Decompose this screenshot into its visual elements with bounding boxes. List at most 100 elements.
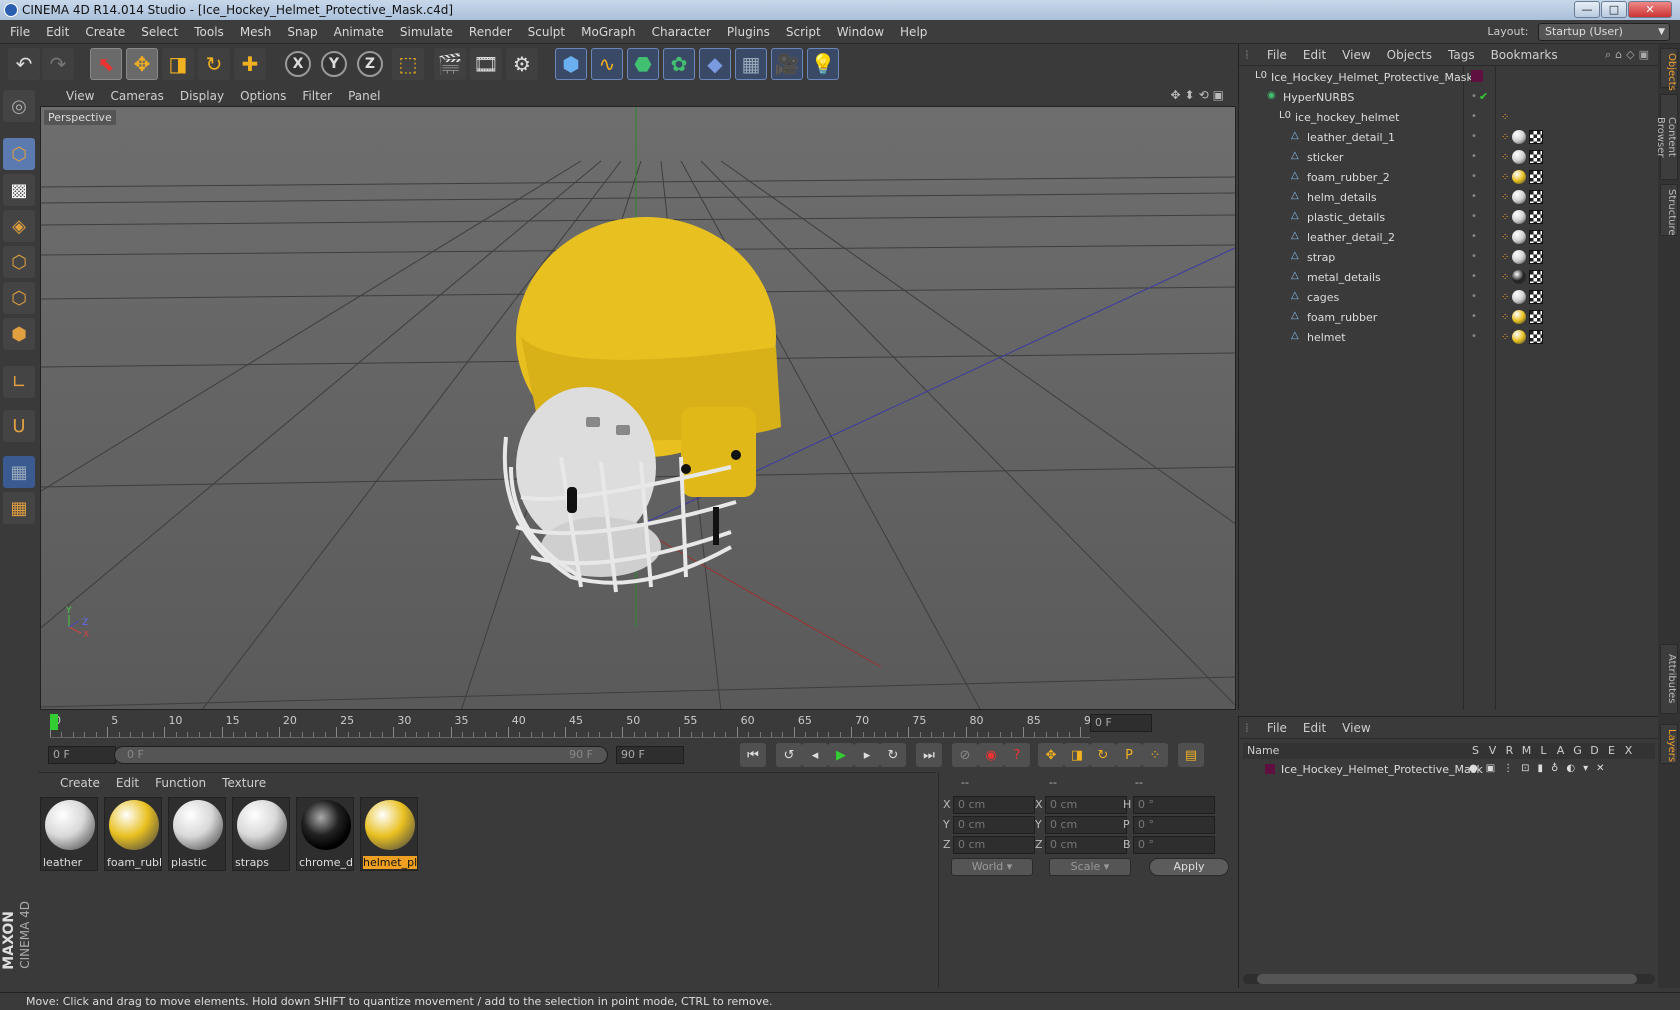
render-picture-viewer-icon[interactable]: 🎞 [470,48,502,80]
material-tag-icon[interactable] [1512,250,1527,264]
array-icon[interactable]: ✿ [663,48,695,80]
object-menu-file[interactable]: File [1259,44,1295,66]
coord-value-field[interactable]: 0 ° [1133,836,1215,854]
side-tab-structure[interactable]: Structure [1660,184,1678,236]
uvw-tag-icon[interactable] [1529,330,1544,344]
end-frame-field[interactable]: 90 F [616,746,684,764]
nurbs-icon[interactable]: ⬣ [627,48,659,80]
viewport-menu-filter[interactable]: Filter [294,86,340,106]
goto-end-icon[interactable]: ⏭ [916,743,942,767]
material-tag-icon[interactable] [1512,190,1527,204]
phong-tag-icon[interactable]: ⁘ [1501,112,1509,123]
layer-col-d[interactable]: D [1586,744,1603,757]
phong-tag-icon[interactable]: ⁘ [1501,292,1509,303]
goto-start-icon[interactable]: ⏮ [740,743,766,767]
layer-menu-edit[interactable]: Edit [1295,717,1334,739]
start-frame-field[interactable]: 0 F [48,746,116,764]
object-search-icon[interactable]: ⌕⌂◇▣ [1605,48,1653,62]
enabled-check-icon[interactable]: ✔ [1479,90,1488,103]
layer-flag-icons[interactable]: ●▣⋮⊡▮♁◐▾✕ [1469,763,1613,774]
layer-col-e[interactable]: E [1603,744,1620,757]
deformer-icon[interactable]: ◆ [699,48,731,80]
material-tag-icon[interactable] [1512,230,1527,244]
z-axis-lock-icon[interactable]: Z [357,51,383,77]
redo-icon[interactable]: ↷ [42,48,74,80]
side-tab-attributes[interactable]: Attributes [1660,644,1678,714]
maximize-button[interactable]: □ [1601,1,1627,18]
uvw-tag-icon[interactable] [1529,230,1544,244]
uvw-tag-icon[interactable] [1529,310,1544,324]
y-axis-lock-icon[interactable]: Y [321,51,347,77]
viewport-menu-view[interactable]: View [58,86,102,106]
material-swatch[interactable]: straps [232,797,290,871]
phong-tag-icon[interactable]: ⁘ [1501,132,1509,143]
live-select-icon[interactable]: ⬉ [90,48,122,80]
play-icon[interactable]: ▶ [828,743,854,767]
menu-select[interactable]: Select [133,20,186,44]
transform-tool-icon[interactable]: ✚ [234,48,266,80]
object-row[interactable]: △ helmet • ⁘ [1239,328,1659,348]
material-swatch[interactable]: chrome_de [296,797,354,871]
material-tag-icon[interactable] [1512,270,1527,284]
auto-key-icon[interactable]: ◉ [978,743,1004,767]
key-scale-icon[interactable]: ◨ [1064,743,1090,767]
make-editable-icon[interactable]: ◎ [3,90,35,122]
object-row[interactable]: △ cages • ⁘ [1239,288,1659,308]
x-axis-lock-icon[interactable]: X [285,51,311,77]
key-pla-icon[interactable]: ⁘ [1142,743,1168,767]
menu-mograph[interactable]: MoGraph [573,20,644,44]
menu-character[interactable]: Character [644,20,719,44]
phong-tag-icon[interactable]: ⁘ [1501,272,1509,283]
menu-help[interactable]: Help [892,20,935,44]
next-key-icon[interactable]: ↻ [880,743,906,767]
undo-icon[interactable]: ↶ [8,48,40,80]
object-row[interactable]: ◉ HyperNURBS • ✔ [1239,88,1659,108]
coord-value-field[interactable]: 0 ° [1133,816,1215,834]
coordinate-system-icon[interactable]: ⬚ [392,48,424,80]
layer-col-r[interactable]: R [1501,744,1518,757]
phong-tag-icon[interactable]: ⁘ [1501,252,1509,263]
visibility-dots[interactable]: • [1471,291,1481,302]
preview-range-slider[interactable]: 0 F 90 F [114,746,608,764]
object-row[interactable]: L0Ice_Hockey_Helmet_Protective_Mask• [1239,68,1659,88]
layer-col-m[interactable]: M [1518,744,1535,757]
next-frame-icon[interactable]: ▸ [854,743,880,767]
material-swatch[interactable]: foam_rubb [104,797,162,871]
timeline-ruler[interactable]: 051015202530354045505560657075808590 [50,714,1098,738]
visibility-dots[interactable]: • [1471,151,1481,162]
edges-mode-icon[interactable]: ⬡ [3,282,35,314]
viewport-menu-cameras[interactable]: Cameras [102,86,171,106]
grid-lock-icon[interactable]: ▦ [3,456,35,488]
playhead[interactable] [50,714,58,730]
object-menu-edit[interactable]: Edit [1295,44,1334,66]
layer-menu-file[interactable]: File [1259,717,1295,739]
visibility-dots[interactable]: • [1471,131,1481,142]
uvw-tag-icon[interactable] [1529,270,1544,284]
key-help-icon[interactable]: ? [1004,743,1030,767]
phong-tag-icon[interactable]: ⁘ [1501,332,1509,343]
points-mode-icon[interactable]: ⬡ [3,246,35,278]
material-menu-function[interactable]: Function [147,773,214,793]
material-menu-texture[interactable]: Texture [214,773,274,793]
phong-tag-icon[interactable]: ⁘ [1501,232,1509,243]
uvw-tag-icon[interactable] [1529,190,1544,204]
visibility-dots[interactable]: • [1471,231,1481,242]
object-row[interactable]: △ plastic_details • ⁘ [1239,208,1659,228]
coord-value-field[interactable]: 0 cm [1045,796,1127,814]
menu-edit[interactable]: Edit [38,20,77,44]
size-mode-dropdown[interactable]: Scale ▾ [1049,858,1131,876]
phong-tag-icon[interactable]: ⁘ [1501,172,1509,183]
record-keys-icon[interactable]: ⊘ [952,743,978,767]
menu-snap[interactable]: Snap [279,20,325,44]
object-menu-objects[interactable]: Objects [1379,44,1440,66]
side-tab-layers[interactable]: Layers [1660,724,1678,764]
layer-color-tag[interactable] [1471,70,1483,82]
layout-dropdown[interactable]: Startup (User) ▼ [1538,23,1670,41]
layer-col-s[interactable]: S [1467,744,1484,757]
viewport-menu-display[interactable]: Display [172,86,232,106]
menu-animate[interactable]: Animate [326,20,392,44]
visibility-dots[interactable]: • [1471,211,1481,222]
material-swatch[interactable]: leather [40,797,98,871]
phong-tag-icon[interactable]: ⁘ [1501,312,1509,323]
menu-mesh[interactable]: Mesh [232,20,280,44]
